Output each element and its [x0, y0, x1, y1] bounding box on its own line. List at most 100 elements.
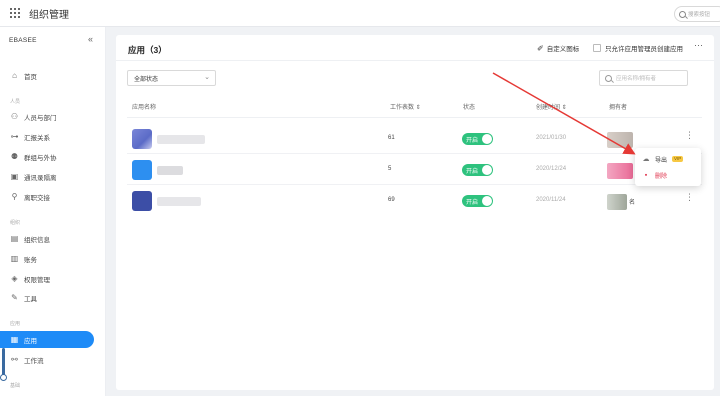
sidebar-item-label: 账务 [24, 256, 37, 264]
top-search-placeholder: 搜索按钮 [688, 12, 711, 18]
only-admin-create-checkbox[interactable]: 只允许应用管理员创建应用 [593, 43, 683, 53]
app-name-redacted [157, 135, 205, 144]
only-admin-label: 只允许应用管理员创建应用 [605, 46, 683, 53]
cloud-download-icon: ☁ [642, 156, 650, 163]
top-search-input[interactable]: 搜索按钮 [674, 6, 720, 22]
vip-badge: VIP [672, 155, 684, 163]
workflow-icon: ⚯ [11, 355, 18, 364]
export-label: 导出 [655, 157, 668, 164]
custom-icon-button[interactable]: ✐ 自定义图标 [537, 43, 580, 54]
sidebar-item-label: 群组与外协 [24, 154, 57, 162]
owner-avatar [607, 194, 627, 210]
status-filter-select[interactable]: 全部状态 ⌄ [127, 70, 216, 86]
search-icon [679, 10, 686, 18]
export-menu-item[interactable]: ☁ 导出 VIP [635, 151, 701, 167]
app-icon [132, 191, 152, 211]
magic-wand-icon: ✐ [537, 43, 544, 53]
sidebar-item-label: 通讯录隔离 [24, 174, 57, 182]
sidebar-item-reporting[interactable]: ⊶ 汇报关系 [0, 128, 94, 145]
created-date: 2021/01/30 [536, 135, 567, 141]
more-horizontal-icon[interactable]: ··· [694, 40, 703, 50]
toggle-knob [482, 165, 492, 175]
sidebar-item-billing[interactable]: ▥ 账务 [0, 250, 94, 267]
table-row[interactable]: 69 开启 2020/11/24 名 ⋮ [127, 187, 702, 216]
custom-icon-label: 自定义图标 [546, 46, 580, 53]
sidebar-item-label: 工作流 [24, 357, 44, 365]
org-name: EBASEE [9, 37, 37, 44]
app-launcher-icon[interactable] [10, 8, 20, 18]
sidebar-item-apps[interactable]: ▦ 应用 [0, 331, 94, 348]
permission-icon: ◈ [11, 274, 18, 283]
contact-book-icon: ▣ [10, 172, 19, 181]
table-row[interactable]: 5 开启 2020/12/24 [127, 156, 702, 185]
more-vertical-icon[interactable]: ⋮ [685, 131, 694, 140]
sidebar-item-users-departments[interactable]: ⚇ 人员与部门 [0, 108, 94, 125]
sidebar-group-label: 应用 [10, 321, 21, 327]
checkbox[interactable] [593, 44, 601, 52]
created-date: 2020/11/24 [536, 197, 566, 203]
sidebar-group-label: 人员 [10, 99, 21, 105]
sidebar-item-tools[interactable]: ✎ 工具 [0, 289, 94, 306]
created-date: 2020/12/24 [536, 166, 567, 172]
org-info-icon: ▤ [10, 234, 19, 243]
sidebar-item-org-info[interactable]: ▤ 组织信息 [0, 230, 94, 247]
scrollbar-knob[interactable] [0, 374, 7, 381]
toggle-knob [482, 196, 492, 206]
sidebar-item-home[interactable]: ⌂ 首页 [0, 67, 94, 84]
owner-avatar [607, 163, 633, 179]
sidebar-item-label: 首页 [24, 73, 37, 81]
apps-icon: ▦ [10, 335, 19, 344]
sidebar-group-label: 组织 [10, 220, 21, 226]
top-bar: 组织管理 搜索按钮 [0, 0, 720, 27]
sheet-count: 69 [388, 197, 395, 203]
sidebar-group-label: 基础 [10, 383, 21, 389]
toggle-label: 开启 [466, 169, 479, 175]
sidebar-item-groups[interactable]: ⚉ 群组与外协 [0, 148, 94, 165]
search-icon [605, 74, 612, 82]
sidebar: EBASEE « ⌂ 首页 人员 ⚇ 人员与部门 ⊶ 汇报关系 ⚉ 群组与外协 … [0, 27, 106, 396]
chevron-down-icon: ⌄ [204, 74, 210, 81]
sidebar-item-label: 人员与部门 [24, 114, 57, 122]
app-icon [132, 160, 152, 180]
column-header-sheets[interactable]: 工作表数 ⇕ [390, 102, 421, 111]
sidebar-item-permissions[interactable]: ◈ 权限管理 [0, 270, 94, 287]
users-icon: ⚇ [10, 112, 19, 121]
app-search-input[interactable]: 应用名称/拥有者 [599, 70, 688, 86]
sidebar-item-contact-isolation[interactable]: ▣ 通讯录隔离 [0, 168, 94, 185]
toggle-knob [482, 134, 492, 144]
sidebar-item-handover[interactable]: ⚲ 离职交接 [0, 188, 94, 205]
sheet-count: 5 [388, 166, 392, 172]
divider [116, 60, 714, 61]
toggle-label: 开启 [466, 200, 479, 206]
column-header-app-name: 应用名称 [132, 105, 157, 111]
row-action-menu: ☁ 导出 VIP ▪ 删除 [635, 148, 701, 186]
column-header-created[interactable]: 创建时间 ⇕ [536, 102, 567, 111]
divider [127, 153, 702, 154]
more-vertical-icon[interactable]: ⋮ [685, 193, 694, 202]
group-icon: ⚉ [10, 152, 19, 161]
sidebar-item-label: 工具 [24, 295, 37, 303]
sheet-count: 61 [388, 135, 395, 141]
sidebar-item-workflow[interactable]: ⚯ 工作流 [0, 351, 94, 368]
owner-avatar [607, 132, 633, 148]
divider [127, 184, 702, 185]
apps-card: 应用（3） ✐ 自定义图标 只允许应用管理员创建应用 ··· 全部状态 ⌄ 应用… [116, 35, 714, 390]
app-name-redacted [157, 166, 183, 175]
owner-name: 名 [629, 200, 636, 206]
delete-menu-item[interactable]: ▪ 删除 [635, 167, 701, 183]
status-toggle[interactable]: 开启 [462, 133, 493, 145]
table-row[interactable]: 61 开启 2021/01/30 ⋮ [127, 125, 702, 154]
app-name-redacted [157, 197, 201, 206]
sidebar-item-label: 组织信息 [24, 236, 50, 244]
status-toggle[interactable]: 开启 [462, 164, 493, 176]
toggle-label: 开启 [466, 138, 479, 144]
delete-label: 删除 [655, 173, 668, 180]
column-header-status: 状态 [463, 105, 476, 111]
wrench-icon: ✎ [11, 293, 18, 302]
sidebar-item-label: 汇报关系 [24, 134, 50, 142]
status-toggle[interactable]: 开启 [462, 195, 493, 207]
double-chevron-left-icon[interactable]: « [88, 34, 93, 44]
status-filter-value: 全部状态 [134, 76, 159, 83]
billing-icon: ▥ [10, 254, 19, 263]
sidebar-item-label: 离职交接 [24, 194, 50, 202]
